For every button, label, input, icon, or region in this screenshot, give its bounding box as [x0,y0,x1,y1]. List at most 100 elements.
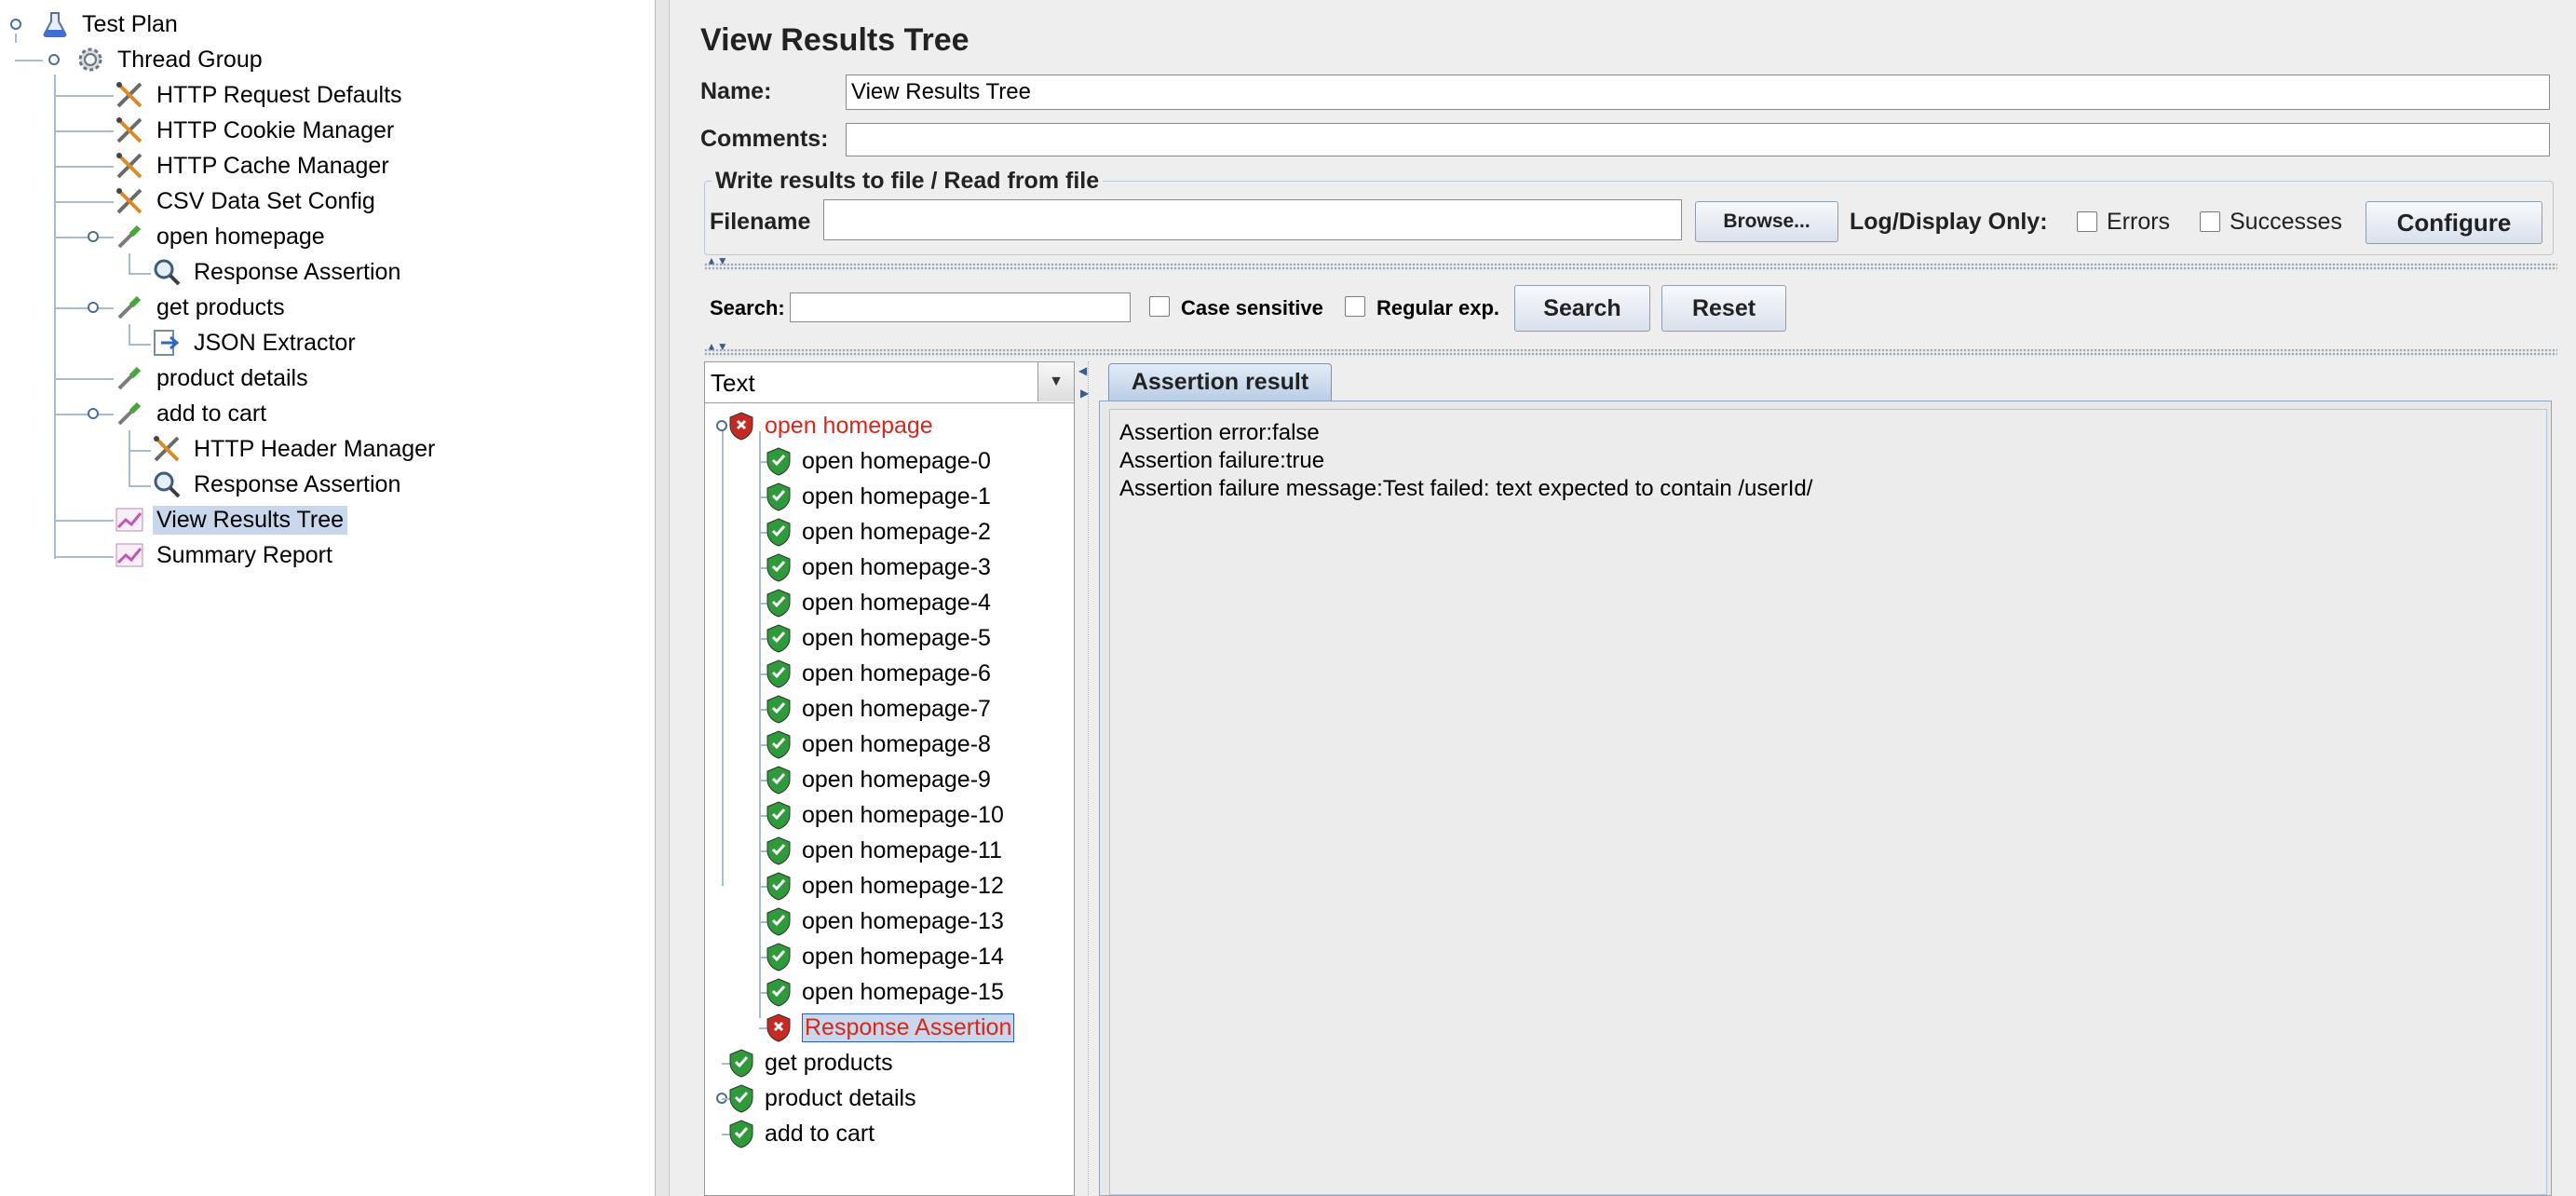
result-node[interactable]: open homepage [727,409,933,442]
tree-item-thread-group[interactable]: Thread Group [73,43,266,76]
success-shield-icon [765,941,793,972]
tree-item-label: get products [156,293,285,320]
expand-toggle[interactable] [48,54,60,65]
expand-toggle[interactable] [88,302,99,313]
tree-item-http-header-manager[interactable]: HTTP Header Manager [149,432,439,466]
expand-toggle[interactable] [716,420,727,431]
name-field[interactable] [846,75,2550,110]
tree-item-open-homepage[interactable]: open homepage [112,220,329,253]
magnifier-icon [149,468,184,501]
browse-button[interactable]: Browse... [1695,201,1838,242]
pipette-icon [112,220,147,253]
tree-item-http-cookie-manager[interactable]: HTTP Cookie Manager [112,114,398,147]
tree-item-http-request-defaults[interactable]: HTTP Request Defaults [112,78,406,112]
tree-item-summary-report[interactable]: Summary Report [112,538,336,572]
configure-button[interactable]: Configure [2366,201,2542,244]
result-node[interactable]: open homepage-2 [765,515,991,549]
tree-connector [54,556,114,558]
result-node[interactable]: open homepage-7 [765,692,991,726]
search-label: Search: [710,296,785,319]
results-tree[interactable]: Text ▼ open homepage open homepage-0 open … [704,361,1075,1196]
success-shield-icon [765,728,793,760]
success-shield-icon [765,764,793,795]
successes-label: Successes [2230,209,2342,235]
filename-field[interactable] [823,199,1682,240]
result-node-label: open homepage-3 [802,553,991,580]
tree-item-get-products[interactable]: get products [112,291,289,324]
result-node[interactable]: product details [727,1081,916,1115]
tree-item-response-assertion-2[interactable]: Response Assertion [149,468,404,501]
tree-item-csv-data-set-config[interactable]: CSV Data Set Config [112,184,379,218]
result-node[interactable]: open homepage-13 [765,904,1004,938]
result-node[interactable]: add to cart [727,1117,874,1150]
tree-item-response-assertion[interactable]: Response Assertion [149,255,404,289]
case-sensitive-checkbox[interactable] [1149,296,1170,317]
reset-button[interactable]: Reset [1661,285,1786,332]
result-node[interactable]: open homepage-4 [765,586,991,619]
success-shield-icon [765,835,793,866]
result-node-label: open homepage-8 [802,730,991,757]
result-node[interactable]: open homepage-15 [765,975,1004,1009]
result-node-label: open homepage-11 [802,836,1002,863]
page-title: View Results Tree [700,22,969,58]
expand-toggle[interactable] [10,19,21,30]
tree-item-label: HTTP Cache Manager [156,152,389,179]
name-label: Name: [700,78,772,104]
result-node[interactable]: open homepage-6 [765,657,991,690]
main-splitter[interactable] [656,0,670,1196]
result-node-label: open homepage-0 [802,447,991,474]
result-node[interactable]: open homepage-1 [765,480,991,513]
tree-connector [722,429,724,886]
tab-assertion-result[interactable]: Assertion result [1108,363,1332,401]
tree-connector [54,378,114,380]
tree-item-label: CSV Data Set Config [156,187,375,214]
dropdown-button[interactable]: ▼ [1037,362,1074,401]
tree-item-json-extractor[interactable]: JSON Extractor [149,326,359,360]
tree-connector [129,430,130,486]
renderer-select[interactable]: Text ▼ [705,362,1074,403]
tree-item-view-results-tree[interactable]: View Results Tree [112,503,348,537]
result-node[interactable]: open homepage-3 [765,550,991,584]
tree-item-label: Thread Group [117,46,263,73]
expand-toggle[interactable] [88,231,99,242]
result-node[interactable]: open homepage-14 [765,940,1004,973]
successes-checkbox[interactable] [2200,211,2220,232]
success-shield-icon [765,658,793,689]
success-shield-icon [765,799,793,831]
wrench-screwdriver-icon [112,149,147,183]
result-node[interactable]: open homepage-9 [765,763,991,796]
result-node-label: open homepage-5 [802,624,991,651]
expand-toggle[interactable] [88,408,99,419]
result-node[interactable]: Response Assertion [765,1011,1015,1044]
tree-item-http-cache-manager[interactable]: HTTP Cache Manager [112,149,393,183]
search-button[interactable]: Search [1514,285,1650,332]
tree-item-add-to-cart[interactable]: add to cart [112,397,270,430]
result-node[interactable]: get products [727,1046,893,1080]
divider-grip[interactable] [704,348,2557,357]
tree-connector [15,60,43,61]
tree-connector [54,414,114,415]
result-node[interactable]: open homepage-8 [765,727,991,761]
result-node[interactable]: open homepage-12 [765,869,1004,903]
tree-item-label: JSON Extractor [194,329,356,356]
comments-field[interactable] [846,123,2550,156]
test-plan-tree[interactable]: Test Plan Thread Group HTTP Request Defa… [0,0,656,1196]
tree-item-test-plan[interactable]: Test Plan [37,7,182,41]
regex-label: Regular exp. [1376,296,1500,319]
collapse-left-icon[interactable]: ◀ [1078,365,1087,376]
result-node[interactable]: open homepage-11 [765,834,1002,867]
regex-checkbox[interactable] [1345,296,1365,317]
result-node[interactable]: open homepage-0 [765,444,991,478]
tab-content: Assertion error:false Assertion failure:… [1099,401,2552,1196]
divider-grip[interactable] [704,263,2557,271]
tree-connector [54,95,114,97]
result-node[interactable]: open homepage-10 [765,798,1004,832]
result-node-label: open homepage-6 [802,659,991,686]
tree-connector [54,237,114,238]
search-input[interactable] [790,292,1131,322]
view-results-tree-panel: View Results Tree Name: Comments: Write … [671,0,2576,1196]
result-node[interactable]: open homepage-5 [765,621,991,655]
results-splitter[interactable]: ◀ ▶ [1077,361,1095,1196]
errors-checkbox[interactable] [2077,211,2097,232]
tree-item-product-details[interactable]: product details [112,361,312,395]
